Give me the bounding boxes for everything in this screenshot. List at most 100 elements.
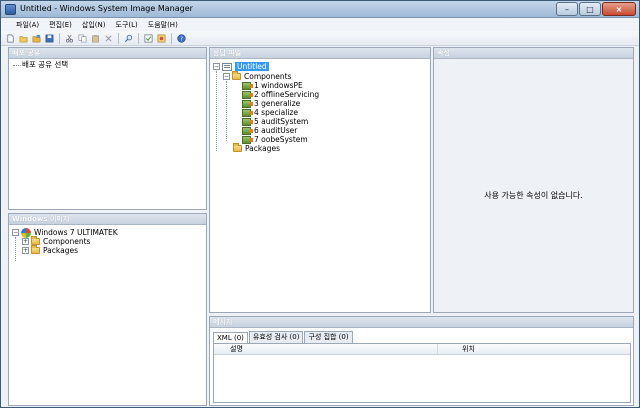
folder-icon [31,236,40,245]
toolbar-separator [59,32,60,44]
pass-label: 7 oobeSystem [254,135,308,144]
config-pass-icon [242,117,253,126]
tree-item-pass[interactable]: 4 specialize [242,108,298,117]
pass-label: 5 auditSystem [254,117,309,126]
tree-item-packages[interactable]: Packages [233,143,280,153]
tree-item-pass[interactable]: 2 offlineServicing [242,90,319,99]
packages-label: Packages [245,144,280,153]
messages-grid: 설명 위치 [213,343,631,403]
pass-label: 6 auditUser [254,126,298,135]
windows-image-tree: − Windows 7 ULTIMATEK + Components + Pac… [9,225,206,405]
open-icon[interactable] [18,33,29,44]
distribution-share-tree: 배포 공유 선택 [9,59,206,209]
column-description[interactable]: 설명 [214,344,438,354]
config-pass-icon [242,135,253,144]
folder-icon [233,143,242,152]
config-pass-icon [242,108,253,117]
collapse-icon[interactable]: − [213,63,220,70]
tab-validation[interactable]: 유효성 검사 (0) [248,331,304,343]
menu-insert[interactable]: 삽입(N) [77,19,111,31]
create-config-icon[interactable] [156,33,167,44]
find-icon[interactable] [123,33,134,44]
toolbar: ? [1,31,639,46]
config-pass-icon [242,126,253,135]
paste-icon[interactable] [90,33,101,44]
answer-file-header: 응답 파일 [210,48,430,59]
windows-image-label: Windows 7 ULTIMATEK [34,228,118,237]
components-label: Components [43,237,91,246]
tree-item-pass[interactable]: 7 oobeSystem [242,135,308,144]
config-pass-icon [242,81,253,90]
answer-file-icon [222,62,232,71]
messages-panel: 메시지 XML (0) 유효성 검사 (0) 구성 집합 (0) 설명 위치 [209,316,634,406]
pass-label: 3 generalize [254,99,301,108]
pass-label: 1 windowsPE [254,81,303,90]
properties-body: 사용 가능한 속성이 없습니다. [434,59,633,312]
menu-help[interactable]: 도움말(H) [143,19,183,31]
expand-icon[interactable]: + [22,247,29,254]
pass-label: 4 specialize [254,108,298,117]
window-title: Untitled - Windows System Image Manager [20,4,193,13]
menu-tools[interactable]: 도구(L) [111,19,143,31]
tree-connector [15,237,16,261]
tree-connector [216,71,217,151]
svg-text:?: ? [180,36,183,42]
messages-header: 메시지 [210,317,633,328]
tree-item-answer-root[interactable]: − Untitled [213,62,269,71]
delete-icon[interactable] [103,33,114,44]
collapse-icon[interactable]: − [223,73,230,80]
tree-item-pass[interactable]: 3 generalize [242,99,300,108]
app-icon [5,4,16,15]
window-controls: – □ × [556,2,636,16]
config-pass-icon [242,99,253,108]
menu-edit[interactable]: 편집(E) [44,19,77,31]
packages-label: Packages [43,246,78,255]
maximize-button[interactable]: □ [579,2,601,16]
column-location[interactable]: 위치 [438,344,475,354]
close-button[interactable]: × [602,2,636,16]
save-icon[interactable] [44,33,55,44]
answer-file-panel: 응답 파일 − Untitled − Components 1 windowsP… [209,47,431,313]
grid-header: 설명 위치 [214,344,630,355]
components-label: Components [244,72,292,81]
messages-tabs: XML (0) 유효성 검사 (0) 구성 집합 (0) [213,331,353,344]
tab-configuration-set[interactable]: 구성 집합 (0) [304,331,353,343]
app-window: Untitled - Windows System Image Manager … [0,0,640,408]
cut-icon[interactable] [64,33,75,44]
toolbar-separator [118,32,119,44]
select-distribution-share-item[interactable]: 배포 공유 선택 [22,60,68,69]
windows-image-icon [21,227,31,238]
pass-label: 2 offlineServicing [254,90,320,99]
help-icon[interactable]: ? [176,33,187,44]
no-properties-message: 사용 가능한 속성이 없습니다. [484,191,583,200]
windows-image-panel: Windows 이미지 − Windows 7 ULTIMATEK + Comp… [8,213,207,406]
copy-icon[interactable] [77,33,88,44]
validate-icon[interactable] [143,33,154,44]
tree-item-windows-image[interactable]: − Windows 7 ULTIMATEK [12,227,118,238]
minimize-button[interactable]: – [556,2,578,16]
properties-header: 속성 [434,48,633,59]
menu-bar: 파일(A) 편집(E) 삽입(N) 도구(L) 도움말(H) [1,19,639,31]
tree-item-pass[interactable]: 1 windowsPE [242,81,303,90]
menu-file[interactable]: 파일(A) [11,19,44,31]
tree-item-components[interactable]: − Components [223,71,292,81]
expand-icon[interactable]: + [22,238,29,245]
tree-connector [13,65,21,66]
toolbar-separator [171,32,172,44]
open-dist-icon[interactable] [31,33,42,44]
distribution-share-panel: 배포 공유 배포 공유 선택 [8,47,207,210]
tree-item-pass[interactable]: 5 auditSystem [242,117,308,126]
answer-root-label: Untitled [235,62,269,71]
folder-icon [31,245,40,254]
folder-icon [232,71,241,80]
toolbar-separator [138,32,139,44]
collapse-icon[interactable]: − [12,229,19,236]
title-bar[interactable]: Untitled - Windows System Image Manager … [1,1,639,18]
windows-image-header: Windows 이미지 [9,214,206,225]
distribution-share-header: 배포 공유 [9,48,206,59]
answer-file-tree: − Untitled − Components 1 windowsPE 2 of… [210,59,430,312]
tree-connector [226,81,227,141]
new-icon[interactable] [5,33,16,44]
tree-item-packages[interactable]: + Packages [22,245,78,255]
tree-item-pass[interactable]: 6 auditUser [242,126,297,135]
